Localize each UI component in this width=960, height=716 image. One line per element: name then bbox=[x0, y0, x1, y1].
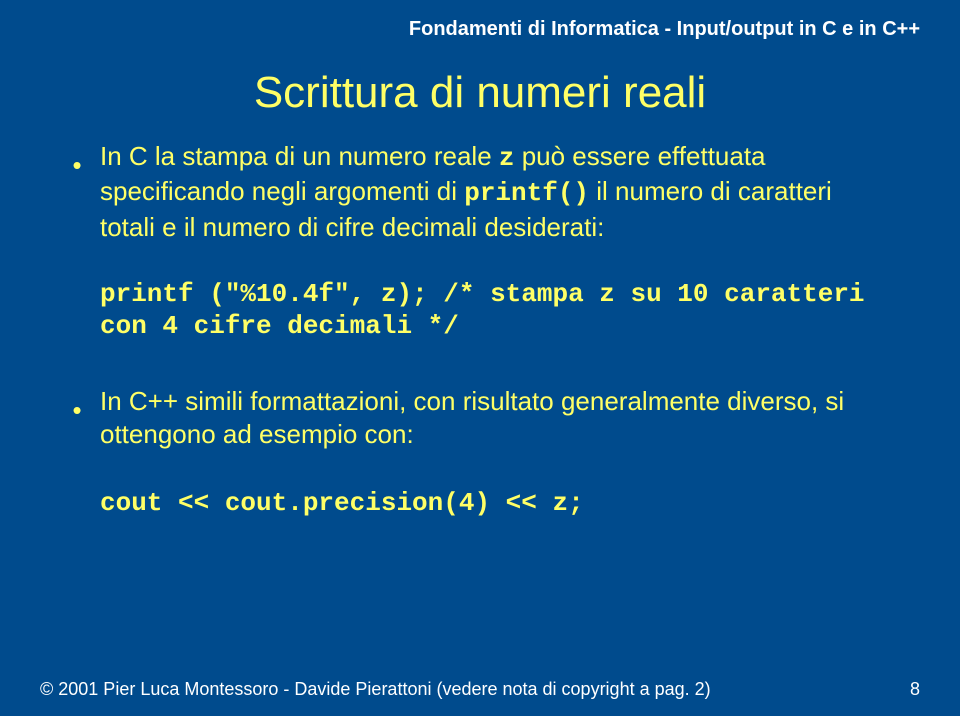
slide-footer: © 2001 Pier Luca Montessoro - Davide Pie… bbox=[40, 679, 920, 700]
slide-header: Fondamenti di Informatica - Input/output… bbox=[409, 18, 920, 41]
bullet1-fn: printf() bbox=[464, 178, 589, 208]
code-block-cpp: cout << cout.precision(4) << z; bbox=[100, 487, 888, 520]
code1-a: printf ("%10.4f", z); bbox=[100, 279, 443, 309]
footer-left: © 2001 Pier Luca Montessoro - Davide Pie… bbox=[40, 679, 711, 700]
bullet-dot-icon: • bbox=[72, 140, 100, 178]
page-number: 8 bbox=[910, 679, 920, 700]
slide-content: • In C la stampa di un numero reale z pu… bbox=[72, 140, 888, 521]
code-block-c: printf ("%10.4f", z); /* stampa z su 10 … bbox=[100, 278, 888, 343]
bullet-2-text: In C++ simili formattazioni, con risulta… bbox=[100, 385, 888, 452]
bullet-1-text: In C la stampa di un numero reale z può … bbox=[100, 140, 888, 244]
bullet-1: • In C la stampa di un numero reale z pu… bbox=[72, 140, 888, 244]
bullet1-z: z bbox=[499, 143, 515, 173]
slide-title: Scrittura di numeri reali bbox=[0, 68, 960, 118]
bullet-2: • In C++ simili formattazioni, con risul… bbox=[72, 385, 888, 452]
bullet-dot-icon: • bbox=[72, 385, 100, 423]
bullet1-pre: In C la stampa di un numero reale bbox=[100, 141, 499, 171]
